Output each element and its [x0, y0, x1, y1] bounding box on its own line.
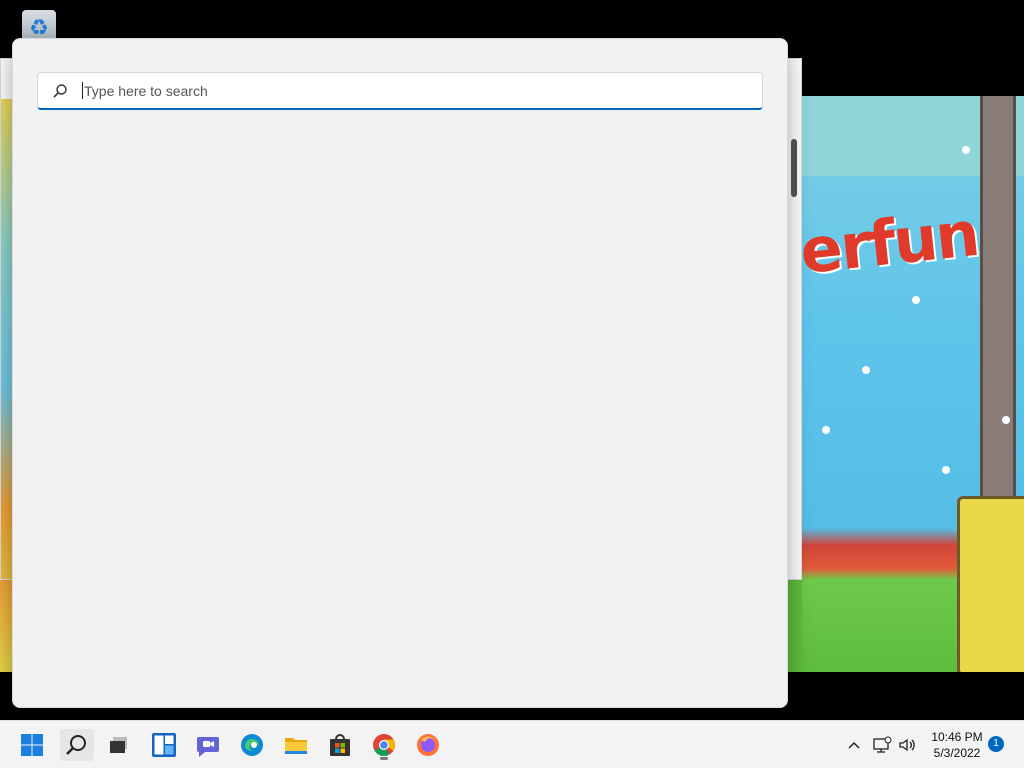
search-flyout: [12, 38, 788, 708]
search-input[interactable]: [84, 82, 762, 99]
taskbar-clock[interactable]: 10:46 PM 5/3/2022: [924, 729, 990, 761]
store-icon: [330, 734, 350, 756]
start-button[interactable]: [15, 729, 49, 761]
taskbar: 10:46 PM 5/3/2022: [0, 720, 1024, 768]
widgets-button[interactable]: [147, 729, 181, 761]
background-window-scrollbar[interactable]: [791, 139, 797, 197]
file-explorer-icon: [285, 738, 307, 754]
text-caret: [82, 82, 83, 99]
clock-time: 10:46 PM: [931, 730, 983, 744]
chrome-button[interactable]: [367, 729, 401, 761]
notification-badge[interactable]: 1: [988, 736, 1004, 752]
edge-button[interactable]: [235, 729, 269, 761]
firefox-button[interactable]: [411, 729, 445, 761]
search-icon: [38, 83, 82, 99]
chat-button[interactable]: [191, 729, 225, 761]
file-explorer-button[interactable]: [279, 729, 313, 761]
teams-chat-icon: [197, 737, 219, 757]
network-button[interactable]: [868, 729, 896, 761]
desktop: ♻ erfun: [0, 0, 1024, 720]
taskbar-search-button[interactable]: [60, 729, 94, 761]
show-hidden-icons-button[interactable]: [838, 729, 870, 761]
search-icon: [66, 735, 86, 755]
widgets-icon: [152, 733, 176, 757]
task-view-icon: [110, 737, 127, 753]
running-indicator: [380, 757, 388, 760]
firefox-icon: [417, 734, 439, 756]
volume-button[interactable]: [894, 729, 922, 761]
store-button[interactable]: [323, 729, 357, 761]
chrome-icon: [373, 734, 395, 756]
windows-start-icon: [21, 734, 43, 756]
cartoon-title-text: erfun: [802, 196, 982, 289]
volume-icon: [899, 738, 915, 752]
task-view-button[interactable]: [102, 729, 136, 761]
clock-date: 5/3/2022: [933, 746, 981, 760]
search-box[interactable]: [37, 72, 763, 110]
network-icon: [873, 736, 892, 753]
edge-icon: [241, 734, 263, 756]
chevron-up-icon: [848, 741, 860, 749]
background-video-frame: erfun: [802, 96, 1024, 672]
